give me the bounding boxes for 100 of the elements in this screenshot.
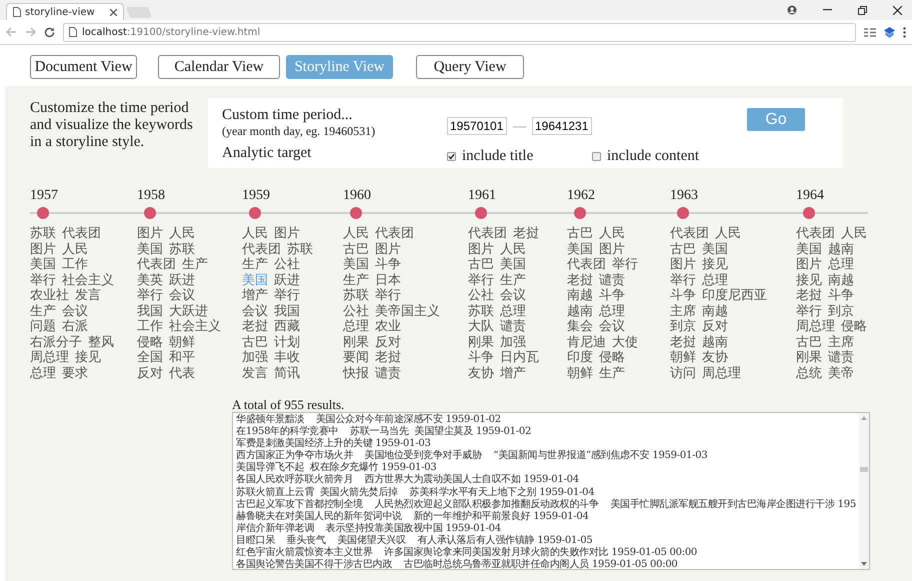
- keyword[interactable]: 全国: [137, 350, 163, 366]
- keyword[interactable]: 古巴: [567, 226, 593, 242]
- keyword[interactable]: 美国: [343, 257, 369, 272]
- keyword[interactable]: 举行: [612, 257, 638, 272]
- keyword[interactable]: 会议: [169, 288, 195, 304]
- keyword[interactable]: 谴责: [828, 350, 854, 366]
- keyword[interactable]: 大队: [468, 319, 494, 334]
- keyword[interactable]: 刚果: [796, 350, 822, 366]
- result-line[interactable]: 军费是刺激美国经济上升的关键 1959-01-03: [236, 438, 431, 450]
- checkbox[interactable]: [592, 152, 601, 161]
- keyword[interactable]: 大跃进: [169, 304, 208, 319]
- keyword[interactable]: 朝鲜: [169, 334, 195, 350]
- close-icon[interactable]: [893, 6, 902, 14]
- keyword[interactable]: 侵略: [841, 319, 867, 334]
- keyword[interactable]: 反对: [702, 319, 728, 334]
- keyword[interactable]: 加强: [242, 350, 268, 366]
- back-icon[interactable]: [6, 27, 17, 37]
- end-date-field[interactable]: 19641231: [532, 117, 592, 136]
- keyword[interactable]: 大使: [612, 334, 638, 350]
- keyword[interactable]: 谴责: [500, 319, 526, 334]
- keyword[interactable]: 刚果: [468, 334, 494, 350]
- keyword[interactable]: 总统: [796, 366, 822, 381]
- keyword[interactable]: 西藏: [274, 319, 300, 334]
- keyword[interactable]: 侵略: [599, 350, 625, 366]
- extension-icon[interactable]: [884, 26, 895, 38]
- keyword[interactable]: 日本: [375, 272, 401, 288]
- keyword[interactable]: 南越: [702, 304, 728, 319]
- keyword[interactable]: 美国: [500, 257, 526, 272]
- keyword[interactable]: 斗争: [468, 350, 494, 366]
- timeline-dot[interactable]: [475, 207, 487, 219]
- keyword[interactable]: 农业社: [30, 288, 69, 304]
- timeline-dot[interactable]: [249, 207, 261, 219]
- more-icon[interactable]: [903, 26, 906, 38]
- keyword[interactable]: 总理: [30, 366, 56, 381]
- keyword[interactable]: 反对: [375, 334, 401, 350]
- keyword[interactable]: 公社: [468, 288, 494, 304]
- keyword[interactable]: 斗争: [828, 288, 854, 304]
- keyword[interactable]: 图片: [375, 242, 401, 257]
- keyword[interactable]: 人民: [343, 226, 369, 242]
- keyword[interactable]: 周总理: [30, 350, 69, 366]
- result-line[interactable]: 华盛顿年景黯淡 美国公众对今年前途深感不安 1959-01-02: [236, 414, 501, 426]
- result-line[interactable]: 赫鲁晓夫在对美国人民的新年贺词中说 新的一年维护和平前景良好 1959-01-04: [236, 510, 589, 523]
- restore-icon[interactable]: [858, 6, 867, 14]
- keyword[interactable]: 农业: [375, 319, 401, 334]
- keyword[interactable]: 接见: [702, 257, 728, 272]
- keyword[interactable]: 跃进: [169, 272, 195, 288]
- keyword[interactable]: 到京: [828, 304, 854, 319]
- keyword[interactable]: 举行: [468, 272, 494, 288]
- keyword[interactable]: 代表团: [796, 226, 835, 242]
- keyword[interactable]: 会议: [242, 304, 268, 319]
- result-line[interactable]: 各国舆论警告美国不得干涉古巴内政 古巴临时总统乌鲁蒂亚就职并任命内阁人员 1959-01-05 00:00: [236, 559, 678, 569]
- keyword[interactable]: 举行: [137, 288, 163, 304]
- keyword[interactable]: 代表团: [62, 226, 101, 242]
- scroll-up-icon[interactable]: [861, 416, 867, 420]
- keyword[interactable]: 整风: [88, 334, 114, 350]
- result-line[interactable]: 目瞪口呆 垂头丧气 美国佬望天兴叹 有人承认落后有人强作镇静 1959-01-05: [236, 534, 592, 548]
- keyword[interactable]: 反对: [137, 366, 163, 381]
- keyword[interactable]: 老挝: [375, 350, 401, 366]
- keyword[interactable]: 总理: [500, 304, 526, 319]
- keyword[interactable]: 老挝: [242, 319, 268, 334]
- keyword[interactable]: 举行: [30, 272, 56, 288]
- keyword[interactable]: 我国: [137, 304, 163, 319]
- keyword[interactable]: 总理: [702, 272, 728, 288]
- keyword[interactable]: 问题: [30, 319, 56, 334]
- keyword[interactable]: 和平: [169, 350, 195, 366]
- keyword[interactable]: 工作: [62, 257, 88, 272]
- keyword[interactable]: 人民: [599, 226, 625, 242]
- scrollbar[interactable]: [859, 413, 869, 569]
- keyword[interactable]: 古巴: [468, 257, 494, 272]
- result-line[interactable]: 美国导弹飞不起 权在除夕充爆竹 1959-01-03: [236, 462, 436, 474]
- result-line[interactable]: 在1958年的科学竞赛中 苏联一马当先 美国望尘莫及 1959-01-02: [236, 426, 532, 438]
- keyword[interactable]: 古巴: [242, 334, 268, 350]
- keyword[interactable]: 谴责: [375, 366, 401, 381]
- result-line[interactable]: 各国人民欢呼苏联火箭奔月 西方世界大为震动美国人士自叹不如 1959-01-04: [236, 474, 579, 487]
- keyword[interactable]: 越南: [828, 242, 854, 257]
- keyword[interactable]: 周总理: [796, 319, 835, 334]
- keyword[interactable]: 印度尼西亚: [702, 288, 767, 304]
- keyword[interactable]: 生产: [343, 272, 369, 288]
- address-bar[interactable]: localhost:19100/storyline-view.html: [63, 22, 856, 42]
- keyword[interactable]: 代表团: [137, 257, 176, 272]
- keyword[interactable]: 举行: [375, 288, 401, 304]
- keyword[interactable]: 工作: [137, 319, 163, 334]
- timeline-dot[interactable]: [144, 207, 156, 219]
- keyword[interactable]: 美帝: [828, 366, 854, 381]
- keyword[interactable]: 图片: [30, 242, 56, 257]
- keyword[interactable]: 美帝国主义: [375, 304, 440, 319]
- keyword[interactable]: 发言: [242, 366, 268, 381]
- keyword[interactable]: 老挝: [567, 272, 593, 288]
- keyword[interactable]: 代表团: [468, 226, 507, 242]
- keyword[interactable]: 古巴: [796, 334, 822, 350]
- keyword[interactable]: 美国: [137, 242, 163, 257]
- keyword[interactable]: 代表团: [567, 257, 606, 272]
- keyword[interactable]: 公社: [343, 304, 369, 319]
- keyword[interactable]: 会议: [599, 319, 625, 334]
- keyword[interactable]: 苏联: [287, 242, 313, 257]
- keyword[interactable]: 增产: [500, 366, 526, 381]
- keyword[interactable]: 南越: [828, 272, 854, 288]
- keyword[interactable]: 会议: [62, 304, 88, 319]
- keyword[interactable]: 总理: [599, 304, 625, 319]
- keyword[interactable]: 发言: [75, 288, 101, 304]
